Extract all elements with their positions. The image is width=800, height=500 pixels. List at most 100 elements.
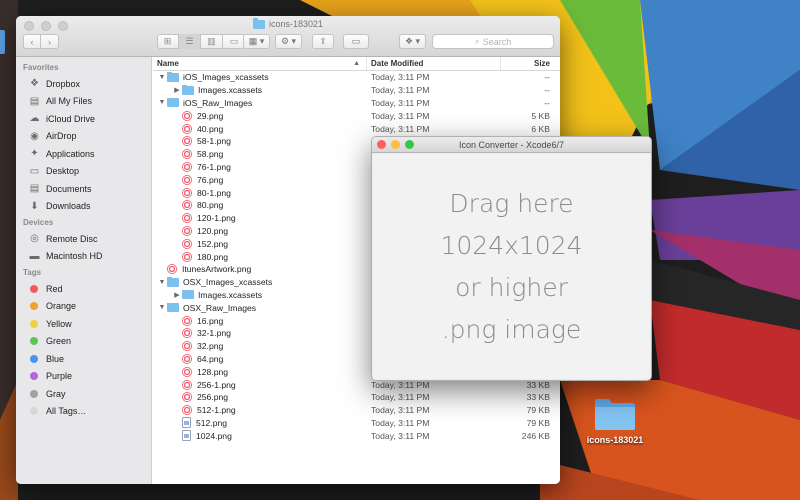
zoom-button[interactable] [405, 140, 414, 149]
file-row[interactable]: 40.png Today, 3:11 PM 6 KB [153, 122, 560, 135]
disclosure-open-icon[interactable]: ▼ [157, 99, 167, 106]
sidebar-item[interactable]: ▭ Desktop [16, 163, 151, 181]
folder-icon [167, 97, 179, 108]
sidebar-item[interactable]: All Tags… [16, 403, 151, 421]
png-file-icon [182, 238, 192, 249]
png-file-icon [182, 315, 192, 326]
file-row[interactable]: ▶ Images.xcassets Today, 3:11 PM -- [153, 84, 560, 97]
finder-titlebar: icons-183021 ‹ › ⊞ ☰ ▥ ▭ ▦ ▾ ⚙ ▾ ⇪ ▭ ❖ ▾… [16, 16, 560, 57]
file-name: 32-1.png [197, 328, 231, 339]
desktop-folder[interactable]: icons-183021 [583, 396, 647, 445]
file-row[interactable]: 512-1.png Today, 3:11 PM 79 KB [153, 404, 560, 417]
disclosure-closed-icon[interactable]: ▶ [172, 291, 182, 299]
size-cell: 5 KB [531, 110, 550, 121]
file-row[interactable]: 29.png Today, 3:11 PM 5 KB [153, 109, 560, 122]
image-drop-zone[interactable]: Drag here 1024x1024 or higher .png image [373, 154, 650, 379]
date-column-label: Date Modified [371, 59, 424, 68]
sidebar-item-label: Applications [46, 148, 95, 159]
action-button[interactable]: ⚙ ▾ [275, 34, 302, 49]
file-name: Images.xcassets [198, 85, 262, 96]
sidebar-item[interactable]: Green [16, 333, 151, 351]
search-input[interactable]: ⌕ Search [432, 34, 554, 49]
file-row[interactable]: 256.png Today, 3:11 PM 33 KB [153, 391, 560, 404]
view-mode-control: ⊞ ☰ ▥ ▭ [157, 34, 245, 49]
sidebar-item[interactable]: ☁ iCloud Drive [16, 110, 151, 128]
sidebar-item[interactable]: ▤ Documents [16, 180, 151, 198]
sidebar-item[interactable]: ◎ Remote Disc [16, 230, 151, 248]
sidebar-item[interactable]: ▬ Macintosh HD [16, 248, 151, 266]
file-name: 256-1.png [197, 379, 236, 390]
close-button[interactable] [377, 140, 386, 149]
file-name-cell: 64.png [153, 353, 367, 364]
minimize-button[interactable] [391, 140, 400, 149]
icon-view-button[interactable]: ⊞ [157, 34, 179, 49]
desktop-edge-tab [0, 30, 5, 54]
sidebar-item[interactable]: Yellow [16, 315, 151, 333]
sidebar-item-label: Gray [46, 388, 66, 399]
dropbox-icon: ❖ [30, 78, 39, 90]
column-view-button[interactable]: ▥ [201, 34, 223, 49]
file-row[interactable]: ▼ iOS_Raw_Images Today, 3:11 PM -- [153, 97, 560, 110]
sidebar-item[interactable]: Purple [16, 368, 151, 386]
toolbar: ‹ › ⊞ ☰ ▥ ▭ ▦ ▾ ⚙ ▾ ⇪ ▭ ❖ ▾ ⌕ Search [16, 34, 560, 52]
date-modified-cell: Today, 3:11 PM [371, 392, 430, 403]
sidebar-item[interactable]: Red [16, 280, 151, 298]
sidebar-item[interactable]: ✦ Applications [16, 145, 151, 163]
file-name-cell: 256.png [153, 392, 367, 403]
png-file-icon [182, 251, 192, 262]
file-name: 512.png [196, 417, 228, 428]
search-placeholder: Search [482, 36, 512, 47]
file-row[interactable]: 512.png Today, 3:11 PM 79 KB [153, 417, 560, 430]
png-file-icon [182, 341, 192, 352]
folder-icon [167, 277, 179, 287]
file-name: OSX_Images_xcassets [183, 277, 273, 288]
png-file-icon [182, 161, 192, 172]
file-row[interactable]: 1024.png Today, 3:11 PM 246 KB [153, 429, 560, 442]
window-title: icons-183021 [16, 17, 560, 29]
search-icon: ⌕ [474, 36, 480, 46]
size-column-header[interactable]: Size [501, 57, 560, 70]
edit-tags-button[interactable]: ▭ [343, 34, 369, 49]
sidebar-item-label: All My Files [46, 96, 93, 107]
sidebar-item[interactable]: Blue [16, 350, 151, 368]
disclosure-open-icon[interactable]: ▼ [157, 74, 167, 81]
file-name: Images.xcassets [198, 289, 262, 300]
share-button[interactable]: ⇪ [312, 34, 334, 49]
png-file-icon [182, 149, 192, 160]
file-name-cell: ▶ Images.xcassets [153, 85, 367, 95]
png-file-icon [182, 405, 192, 416]
file-name-cell: 80.png [153, 200, 367, 211]
tag-color-dot [30, 319, 38, 328]
forward-button[interactable]: › [41, 34, 58, 49]
folder-icon [167, 72, 179, 82]
date-column-header[interactable]: Date Modified [367, 57, 501, 70]
tag-color-dot [30, 372, 38, 381]
sidebar-item[interactable]: ◉ AirDrop [16, 128, 151, 146]
file-name: 512-1.png [197, 405, 236, 416]
coverflow-view-button[interactable]: ▭ [223, 34, 245, 49]
sidebar-item-label: Macintosh HD [46, 251, 103, 262]
disclosure-open-icon[interactable]: ▼ [157, 279, 167, 286]
icon-converter-window: Icon Converter - Xcode6/7 Drag here 1024… [371, 136, 652, 381]
sidebar-item[interactable]: Gray [16, 385, 151, 403]
file-name-cell: 32-1.png [153, 328, 367, 339]
name-column-header[interactable]: Name ▲ [153, 57, 367, 70]
disclosure-closed-icon[interactable]: ▶ [172, 86, 182, 94]
sidebar-item[interactable]: ▤ All My Files [16, 93, 151, 111]
file-name: 76-1.png [197, 161, 231, 172]
file-name-cell: 120.png [153, 225, 367, 236]
sidebar-item[interactable]: ⬇ Downloads [16, 198, 151, 216]
dropbox-toolbar-button[interactable]: ❖ ▾ [399, 34, 426, 49]
png-file-icon [182, 136, 192, 147]
png-file-icon [182, 328, 192, 339]
png-file-icon [182, 392, 192, 403]
back-button[interactable]: ‹ [24, 34, 41, 49]
sidebar-item[interactable]: ❖ Dropbox [16, 75, 151, 93]
drop-instruction-line: or higher [455, 272, 568, 302]
sidebar-item-label: Dropbox [46, 78, 81, 89]
sidebar-item[interactable]: Orange [16, 298, 151, 316]
file-row[interactable]: ▼ iOS_Images_xcassets Today, 3:11 PM -- [153, 71, 560, 84]
list-view-button[interactable]: ☰ [179, 34, 201, 49]
disclosure-open-icon[interactable]: ▼ [157, 304, 167, 311]
arrange-button[interactable]: ▦ ▾ [243, 34, 270, 49]
